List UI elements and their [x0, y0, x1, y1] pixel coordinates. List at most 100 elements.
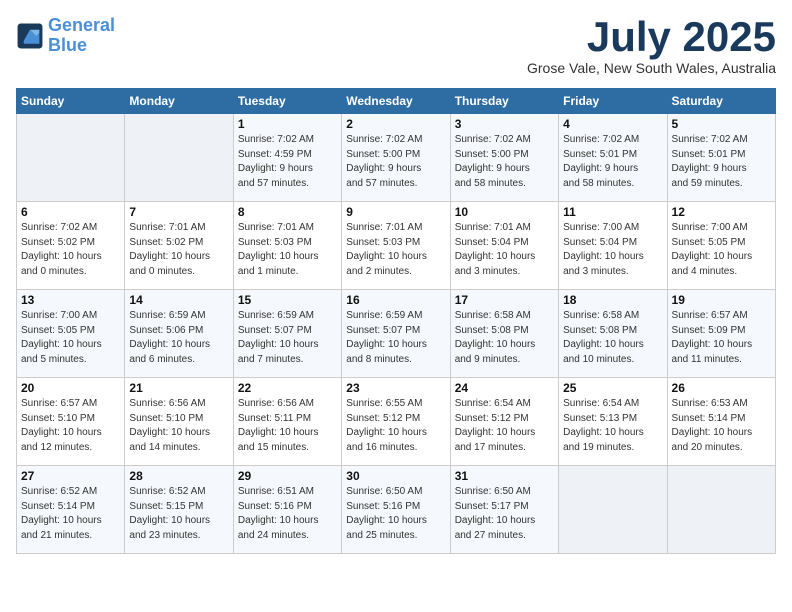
day-number: 1 [238, 117, 337, 131]
day-info: Sunrise: 6:57 AM Sunset: 5:10 PM Dayligh… [21, 397, 120, 455]
day-number: 12 [672, 205, 771, 219]
day-info: Sunrise: 6:52 AM Sunset: 5:14 PM Dayligh… [21, 485, 120, 543]
day-info: Sunrise: 6:54 AM Sunset: 5:12 PM Dayligh… [455, 397, 554, 455]
day-info: Sunrise: 6:51 AM Sunset: 5:16 PM Dayligh… [238, 485, 337, 543]
day-cell: 8 Sunrise: 7:01 AM Sunset: 5:03 PM Daylig… [233, 202, 341, 290]
day-info: Sunrise: 7:02 AM Sunset: 5:00 PM Dayligh… [455, 133, 554, 191]
day-cell: 21Sunrise: 6:56 AM Sunset: 5:10 PM Dayli… [125, 378, 233, 466]
day-number: 28 [129, 469, 228, 483]
day-cell [559, 466, 667, 554]
logo-icon [16, 22, 44, 50]
day-info: Sunrise: 7:01 AM Sunset: 5:03 PM Dayligh… [238, 221, 337, 279]
day-info: Sunrise: 7:00 AM Sunset: 5:05 PM Dayligh… [672, 221, 771, 279]
week-row-2: 6Sunrise: 7:02 AM Sunset: 5:02 PM Daylig… [17, 202, 776, 290]
day-info: Sunrise: 7:02 AM Sunset: 5:01 PM Dayligh… [672, 133, 771, 191]
day-cell: 29 Sunrise: 6:51 AM Sunset: 5:16 PM Dayli… [233, 466, 341, 554]
day-cell: 7 Sunrise: 7:01 AM Sunset: 5:02 PM Daylig… [125, 202, 233, 290]
day-cell: 3 Sunrise: 7:02 AM Sunset: 5:00 PM Daylig… [450, 114, 558, 202]
day-cell: 20 Sunrise: 6:57 AM Sunset: 5:10 PM Dayli… [17, 378, 125, 466]
day-cell: 16 Sunrise: 6:59 AM Sunset: 5:07 PM Dayli… [342, 290, 450, 378]
day-info: Sunrise: 7:01 AM Sunset: 5:02 PM Dayligh… [129, 221, 228, 279]
day-number: 8 [238, 205, 337, 219]
day-number: 20 [21, 381, 120, 395]
day-cell: 18Sunrise: 6:58 AM Sunset: 5:08 PM Dayli… [559, 290, 667, 378]
location-subtitle: Grose Vale, New South Wales, Australia [527, 60, 776, 76]
day-number: 5 [672, 117, 771, 131]
day-info: Sunrise: 6:58 AM Sunset: 5:08 PM Dayligh… [563, 309, 662, 367]
day-cell: 15 Sunrise: 6:59 AM Sunset: 5:07 PM Dayli… [233, 290, 341, 378]
week-row-3: 13 Sunrise: 7:00 AM Sunset: 5:05 PM Dayli… [17, 290, 776, 378]
week-row-5: 27 Sunrise: 6:52 AM Sunset: 5:14 PM Dayli… [17, 466, 776, 554]
day-cell: 5 Sunrise: 7:02 AM Sunset: 5:01 PM Daylig… [667, 114, 775, 202]
day-cell: 23 Sunrise: 6:55 AM Sunset: 5:12 PM Dayli… [342, 378, 450, 466]
day-info: Sunrise: 6:59 AM Sunset: 5:07 PM Dayligh… [346, 309, 445, 367]
day-cell: 9 Sunrise: 7:01 AM Sunset: 5:03 PM Daylig… [342, 202, 450, 290]
day-info: Sunrise: 6:59 AM Sunset: 5:07 PM Dayligh… [238, 309, 337, 367]
day-info: Sunrise: 6:59 AM Sunset: 5:06 PM Dayligh… [129, 309, 228, 367]
day-info: Sunrise: 7:00 AM Sunset: 5:05 PM Dayligh… [21, 309, 120, 367]
calendar-header: SundayMondayTuesdayWednesdayThursdayFrid… [17, 89, 776, 114]
day-cell: 19 Sunrise: 6:57 AM Sunset: 5:09 PM Dayli… [667, 290, 775, 378]
day-number: 29 [238, 469, 337, 483]
day-cell: 24 Sunrise: 6:54 AM Sunset: 5:12 PM Dayli… [450, 378, 558, 466]
day-cell: 17Sunrise: 6:58 AM Sunset: 5:08 PM Dayli… [450, 290, 558, 378]
day-info: Sunrise: 6:50 AM Sunset: 5:17 PM Dayligh… [455, 485, 554, 543]
day-info: Sunrise: 6:53 AM Sunset: 5:14 PM Dayligh… [672, 397, 771, 455]
day-cell: 27 Sunrise: 6:52 AM Sunset: 5:14 PM Dayli… [17, 466, 125, 554]
day-cell: 30Sunrise: 6:50 AM Sunset: 5:16 PM Dayli… [342, 466, 450, 554]
day-number: 4 [563, 117, 662, 131]
header-cell-friday: Friday [559, 89, 667, 114]
day-info: Sunrise: 6:55 AM Sunset: 5:12 PM Dayligh… [346, 397, 445, 455]
header-row: SundayMondayTuesdayWednesdayThursdayFrid… [17, 89, 776, 114]
day-info: Sunrise: 7:02 AM Sunset: 5:01 PM Dayligh… [563, 133, 662, 191]
header-cell-tuesday: Tuesday [233, 89, 341, 114]
day-info: Sunrise: 6:52 AM Sunset: 5:15 PM Dayligh… [129, 485, 228, 543]
day-info: Sunrise: 7:02 AM Sunset: 5:00 PM Dayligh… [346, 133, 445, 191]
day-cell: 12 Sunrise: 7:00 AM Sunset: 5:05 PM Dayli… [667, 202, 775, 290]
day-number: 15 [238, 293, 337, 307]
day-info: Sunrise: 6:56 AM Sunset: 5:11 PM Dayligh… [238, 397, 337, 455]
logo-text: General Blue [48, 16, 115, 56]
day-cell: 13 Sunrise: 7:00 AM Sunset: 5:05 PM Dayli… [17, 290, 125, 378]
day-number: 22 [238, 381, 337, 395]
header-cell-saturday: Saturday [667, 89, 775, 114]
day-number: 21 [129, 381, 228, 395]
day-number: 19 [672, 293, 771, 307]
day-number: 24 [455, 381, 554, 395]
day-cell [125, 114, 233, 202]
day-cell: 28 Sunrise: 6:52 AM Sunset: 5:15 PM Dayli… [125, 466, 233, 554]
day-cell [17, 114, 125, 202]
day-info: Sunrise: 7:02 AM Sunset: 4:59 PM Dayligh… [238, 133, 337, 191]
title-area: July 2025 Grose Vale, New South Wales, A… [527, 16, 776, 76]
day-info: Sunrise: 6:57 AM Sunset: 5:09 PM Dayligh… [672, 309, 771, 367]
day-info: Sunrise: 7:00 AM Sunset: 5:04 PM Dayligh… [563, 221, 662, 279]
day-info: Sunrise: 7:01 AM Sunset: 5:03 PM Dayligh… [346, 221, 445, 279]
day-number: 27 [21, 469, 120, 483]
month-title: July 2025 [527, 16, 776, 58]
day-number: 23 [346, 381, 445, 395]
day-number: 16 [346, 293, 445, 307]
day-number: 26 [672, 381, 771, 395]
day-number: 31 [455, 469, 554, 483]
day-number: 14 [129, 293, 228, 307]
day-info: Sunrise: 7:01 AM Sunset: 5:04 PM Dayligh… [455, 221, 554, 279]
day-cell: 10 Sunrise: 7:01 AM Sunset: 5:04 PM Dayli… [450, 202, 558, 290]
day-number: 3 [455, 117, 554, 131]
day-cell [667, 466, 775, 554]
day-info: Sunrise: 6:50 AM Sunset: 5:16 PM Dayligh… [346, 485, 445, 543]
page-header: General Blue July 2025 Grose Vale, New S… [16, 16, 776, 76]
day-info: Sunrise: 6:58 AM Sunset: 5:08 PM Dayligh… [455, 309, 554, 367]
day-number: 7 [129, 205, 228, 219]
day-number: 13 [21, 293, 120, 307]
day-info: Sunrise: 6:54 AM Sunset: 5:13 PM Dayligh… [563, 397, 662, 455]
day-number: 10 [455, 205, 554, 219]
day-number: 11 [563, 205, 662, 219]
day-cell: 14 Sunrise: 6:59 AM Sunset: 5:06 PM Dayli… [125, 290, 233, 378]
day-number: 25 [563, 381, 662, 395]
day-cell: 1 Sunrise: 7:02 AM Sunset: 4:59 PM Daylig… [233, 114, 341, 202]
day-cell: 4 Sunrise: 7:02 AM Sunset: 5:01 PM Daylig… [559, 114, 667, 202]
day-number: 9 [346, 205, 445, 219]
week-row-4: 20 Sunrise: 6:57 AM Sunset: 5:10 PM Dayli… [17, 378, 776, 466]
day-cell: 26 Sunrise: 6:53 AM Sunset: 5:14 PM Dayli… [667, 378, 775, 466]
calendar-body: 1 Sunrise: 7:02 AM Sunset: 4:59 PM Daylig… [17, 114, 776, 554]
